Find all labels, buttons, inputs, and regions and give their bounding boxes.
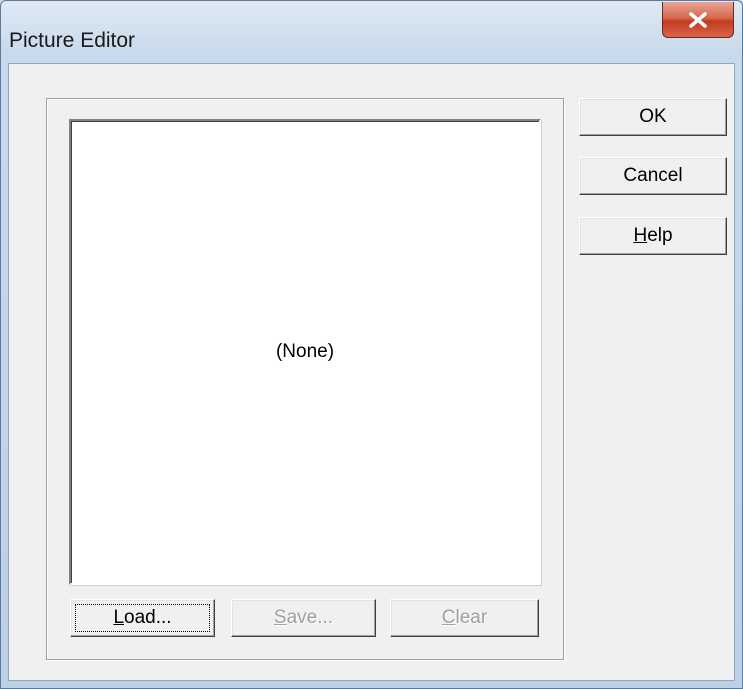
load-button[interactable]: Load...	[70, 599, 215, 637]
focus-rectangle	[75, 604, 210, 632]
clear-button[interactable]: Clear	[390, 599, 539, 637]
cancel-button[interactable]: Cancel	[579, 157, 727, 195]
cancel-button-label: Cancel	[623, 165, 683, 186]
picture-none-text: (None)	[275, 341, 335, 362]
close-button[interactable]	[662, 2, 734, 38]
help-button-label: Help	[633, 225, 673, 246]
picture-editor-dialog: Picture Editor (None) Load... Save... Cl…	[0, 0, 743, 689]
dialog-client-area: (None) Load... Save... Clear OK Cancel H…	[8, 63, 735, 681]
close-icon	[689, 11, 707, 28]
save-button-label: Save...	[273, 607, 334, 628]
title-bar[interactable]: Picture Editor	[1, 1, 742, 63]
ok-button[interactable]: OK	[579, 98, 727, 136]
picture-preview: (None)	[69, 119, 541, 585]
save-button[interactable]: Save...	[231, 599, 376, 637]
window-title: Picture Editor	[9, 29, 136, 52]
clear-button-label: Clear	[441, 607, 488, 628]
help-button[interactable]: Help	[579, 217, 727, 255]
ok-button-label: OK	[639, 106, 667, 127]
